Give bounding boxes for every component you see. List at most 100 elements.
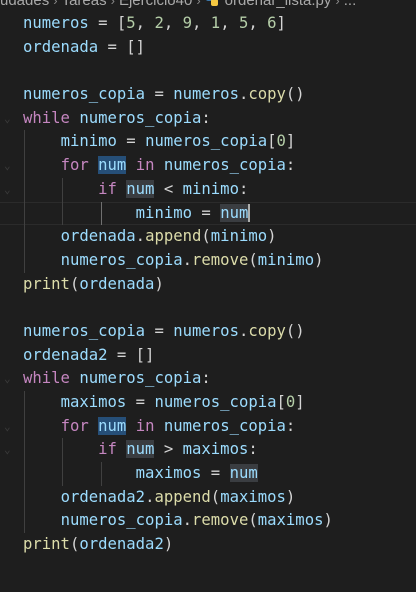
fold-chevron-icon[interactable]: ⌄ bbox=[4, 438, 14, 462]
code-token: = [] bbox=[107, 345, 155, 364]
code-line[interactable]: minimo = numeros_copia[0] bbox=[0, 130, 416, 155]
chevron-right-icon: › bbox=[196, 0, 201, 8]
code-line[interactable]: ⌄ while numeros_copia: bbox=[0, 367, 416, 391]
code-line[interactable]: ⌄ while numeros_copia: bbox=[0, 107, 416, 131]
fold-chevron-icon[interactable]: ⌄ bbox=[4, 178, 14, 202]
code-token: minimo bbox=[210, 227, 268, 246]
code-token: . bbox=[182, 511, 193, 530]
code-line[interactable]: numeros_copia.remove(maximos) bbox=[0, 509, 416, 534]
code-token: print bbox=[23, 274, 70, 293]
code-token: ( bbox=[69, 274, 80, 293]
code-line-current[interactable]: minimo = num bbox=[0, 201, 416, 226]
code-line[interactable]: numeros = [5, 2, 9, 1, 5, 6] bbox=[0, 12, 416, 36]
text-cursor bbox=[248, 204, 251, 222]
code-token: print bbox=[23, 535, 70, 554]
code-token: , bbox=[135, 14, 155, 32]
fold-chevron-icon[interactable]: ⌄ bbox=[4, 415, 14, 439]
code-token: ( bbox=[69, 535, 80, 554]
code-token: for bbox=[60, 156, 89, 175]
code-token: append bbox=[145, 227, 202, 246]
code-line[interactable]: print(ordenada2) bbox=[0, 533, 416, 557]
code-token: 2 bbox=[154, 14, 164, 32]
code-line[interactable]: ⌄ if num > maximos: bbox=[0, 438, 416, 463]
code-line[interactable]: numeros_copia = numeros.copy() bbox=[0, 320, 416, 344]
breadcrumb-file[interactable]: ordenar_lista.py bbox=[225, 0, 332, 9]
code-token: = [] bbox=[98, 37, 146, 56]
code-token: while bbox=[23, 369, 70, 388]
code-token: remove bbox=[192, 511, 249, 530]
code-token: , bbox=[220, 14, 239, 32]
code-token: for bbox=[60, 416, 89, 435]
code-line[interactable]: ordenada = [] bbox=[0, 36, 416, 60]
indent-guide bbox=[62, 462, 63, 486]
code-token: ) bbox=[323, 511, 333, 530]
code-token: minimo bbox=[60, 132, 117, 151]
code-token: remove bbox=[192, 250, 249, 269]
code-line[interactable]: maximos = num bbox=[0, 462, 416, 486]
python-icon bbox=[205, 0, 218, 6]
code-token: numeros_copia bbox=[60, 250, 183, 269]
code-line[interactable]: maximos = numeros_copia[0] bbox=[0, 391, 416, 415]
code-line[interactable]: ordenada2.append(maximos) bbox=[0, 485, 416, 510]
code-line[interactable]: ⌄ for num in numeros_copia: bbox=[0, 154, 416, 178]
breadcrumb-folder-tareas[interactable]: Tareas bbox=[62, 0, 107, 9]
code-token: append bbox=[154, 487, 211, 506]
code-token: numeros_copia bbox=[23, 85, 146, 104]
code-line[interactable]: ordenada2 = [] bbox=[0, 344, 416, 368]
code-token: : bbox=[238, 179, 249, 198]
indent-guide bbox=[24, 391, 25, 415]
code-token: ordenada bbox=[60, 227, 136, 246]
code-token: num bbox=[220, 203, 249, 222]
code-token: minimo bbox=[257, 250, 315, 269]
code-line[interactable]: ⌄ for num in numeros_copia: bbox=[0, 414, 416, 439]
breadcrumb: udades › Tareas › Ejercicio40 › ordenar_… bbox=[0, 0, 416, 9]
indent-guide bbox=[24, 225, 25, 249]
code-token: : bbox=[248, 440, 258, 459]
code-token: ( bbox=[248, 250, 258, 269]
code-token: ( bbox=[201, 227, 211, 246]
code-line[interactable]: print(ordenada) bbox=[0, 273, 416, 297]
code-token: ) bbox=[154, 274, 164, 293]
code-token: numeros_copia bbox=[163, 156, 286, 175]
fold-chevron-icon[interactable]: ⌄ bbox=[4, 154, 14, 178]
fold-chevron-icon[interactable]: ⌄ bbox=[4, 367, 14, 391]
indent-guide bbox=[101, 462, 102, 486]
code-token: , bbox=[192, 14, 211, 32]
code-line[interactable] bbox=[0, 59, 416, 83]
code-token: num bbox=[126, 179, 155, 198]
code-token: > bbox=[154, 440, 183, 459]
code-token: 0 bbox=[276, 132, 286, 151]
code-token: num bbox=[98, 156, 127, 175]
code-line[interactable]: numeros_copia = numeros.copy() bbox=[0, 83, 416, 107]
code-token: maximos bbox=[135, 464, 202, 483]
code-token: if bbox=[98, 440, 117, 459]
breadcrumb-more[interactable]: ... bbox=[344, 0, 357, 9]
code-line[interactable]: ordenada.append(minimo) bbox=[0, 225, 416, 249]
code-line[interactable] bbox=[0, 296, 416, 320]
code-token: numeros_copia bbox=[79, 108, 202, 127]
fold-chevron-icon[interactable]: ⌄ bbox=[4, 107, 14, 131]
code-token: 5 bbox=[238, 14, 249, 32]
code-token: numeros_copia bbox=[60, 511, 183, 530]
code-token: = bbox=[201, 464, 230, 483]
code-token: ( bbox=[210, 487, 221, 506]
breadcrumb-folder-unidades[interactable]: udades bbox=[0, 0, 49, 9]
code-editor[interactable]: numeros = [5, 2, 9, 1, 5, 6] ordenada = … bbox=[0, 12, 416, 557]
code-token: : bbox=[285, 156, 296, 175]
code-token: ] bbox=[285, 132, 296, 151]
code-token: ordenada2 bbox=[23, 345, 108, 364]
code-token: maximos bbox=[182, 440, 249, 459]
code-token: : bbox=[285, 416, 296, 435]
code-line[interactable]: numeros_copia.remove(minimo) bbox=[0, 248, 416, 273]
code-token: ) bbox=[163, 535, 174, 554]
code-token: = bbox=[116, 132, 146, 151]
code-line[interactable]: ⌄ if num < minimo: bbox=[0, 177, 416, 202]
breadcrumb-folder-ejercicio40[interactable]: Ejercicio40 bbox=[119, 0, 192, 9]
code-token: num bbox=[98, 416, 127, 435]
chevron-right-icon: › bbox=[110, 0, 115, 8]
code-token: ( bbox=[248, 511, 258, 530]
code-token: copy bbox=[248, 321, 286, 340]
